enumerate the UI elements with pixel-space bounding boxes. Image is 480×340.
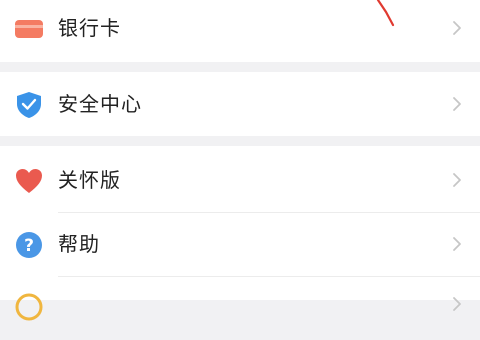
heart-icon <box>16 169 42 193</box>
bank-card-section: 银行卡 <box>0 0 480 62</box>
menu-item-bank-card[interactable]: 银行卡 <box>0 0 480 60</box>
chevron-right-icon <box>453 173 461 187</box>
chevron-right-icon <box>453 237 461 251</box>
menu-item-label: 银行卡 <box>58 16 121 40</box>
menu-item-security-center[interactable]: 安全中心 <box>0 72 480 136</box>
shield-icon <box>17 92 41 118</box>
menu-item-partial[interactable] <box>0 276 480 340</box>
menu-item-label: 帮助 <box>58 232 100 256</box>
chevron-right-icon <box>453 297 461 311</box>
chevron-right-icon <box>453 21 461 35</box>
card-icon <box>15 20 43 38</box>
svg-text:?: ? <box>24 236 34 256</box>
chevron-right-icon <box>453 97 461 111</box>
menu-item-label: 安全中心 <box>58 92 142 116</box>
circle-icon <box>15 293 43 321</box>
security-section: 安全中心 <box>0 72 480 136</box>
menu-item-help[interactable]: ? 帮助 <box>0 212 480 276</box>
help-icon: ? <box>16 232 42 258</box>
general-section: 关怀版 ? 帮助 <box>0 146 480 321</box>
menu-item-care-mode[interactable]: 关怀版 <box>0 148 480 212</box>
menu-item-label: 关怀版 <box>58 168 121 192</box>
